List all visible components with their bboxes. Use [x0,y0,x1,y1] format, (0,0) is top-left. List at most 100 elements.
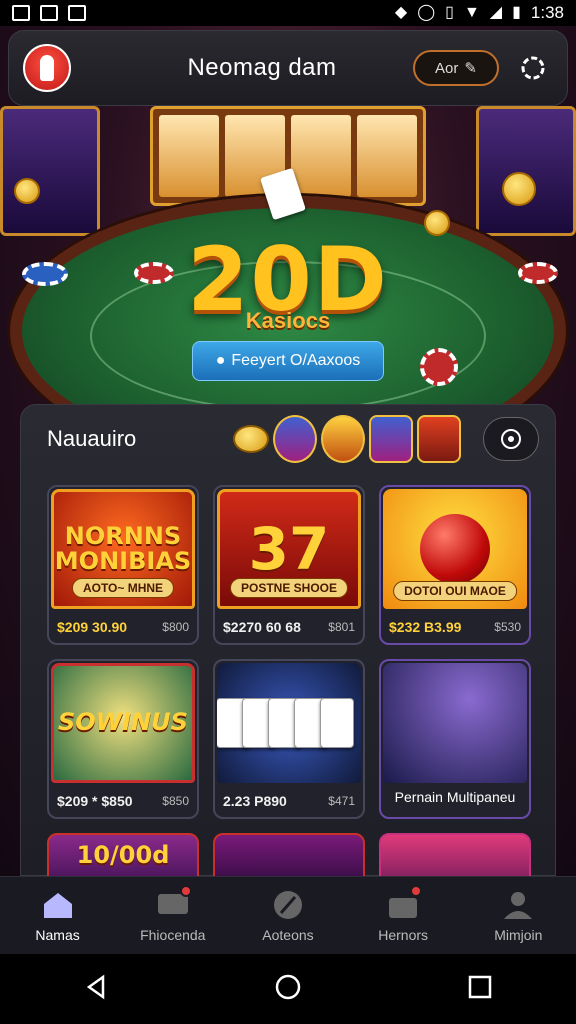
game-thumbnail [383,663,527,783]
coin-icon [14,178,40,204]
game-card[interactable]: 37 POSTNE SHOOE $2270 60 68 $801 [213,485,365,645]
red-ball-icon [420,514,490,584]
game-art-title: 37 [248,514,330,583]
search-button[interactable]: Aor ✎ [413,50,499,86]
game-meta-value: $801 [328,620,355,634]
game-price: $232 B3.99 [389,619,462,635]
game-price: $2270 60 68 [223,619,301,635]
promo-badge[interactable] [273,415,317,463]
status-bar-right: ◆ ◯ ▯ ▼ ◢ ▮ 1:38 [395,3,564,23]
game-tag: AOTO~ MHNE [71,578,175,598]
games-grid: NORNNS MONIBIAS AOTO~ MHNE $209 30.90 $8… [47,485,531,819]
game-price: $209 * $850 [57,793,133,809]
circle-icon: ◯ [417,4,436,21]
section-title: Nauauiro [47,426,137,451]
games-panel: Nauauiro NORNNS MONIBIAS AOTO~ MHNE $209… [20,404,557,893]
image-icon [68,5,86,21]
nav-label: Mimjoin [494,926,543,943]
recents-icon[interactable] [467,974,493,1005]
promo-badges [233,415,461,463]
slot-machine-image [0,106,100,236]
game-art-title: SOWINUS [58,708,188,737]
playing-cards-icon [217,698,354,748]
signal-icon: ◢ [489,4,503,21]
status-bar-left [12,5,86,21]
game-art-title: NORNNS MONIBIAS [54,521,192,575]
image-icon [12,5,30,21]
game-meta: $209 30.90 $800 [57,619,189,635]
bag-icon [386,884,423,921]
game-thumbnail: SOWINUS [51,663,195,783]
game-card[interactable]: SOWINUS $209 * $850 $850 [47,659,199,819]
game-meta: $232 B3.99 $530 [389,619,521,635]
search-label: Aor [435,59,459,77]
nav-shop[interactable]: Hernors [353,884,453,943]
back-icon[interactable] [83,974,109,1005]
home-icon [41,889,75,921]
game-card[interactable]: NORNNS MONIBIAS AOTO~ MHNE $209 30.90 $8… [47,485,199,645]
profile-icon [501,889,535,921]
pen-icon: ✎ [464,60,477,77]
game-meta-value: $530 [494,620,521,634]
chat-bubble-icon: ● [215,352,226,369]
chat-icon [156,884,192,921]
settings-icon[interactable] [513,48,553,88]
game-tag: DOTOI OUI MAOE [393,581,517,601]
game-meta: $2270 60 68 $801 [223,619,355,635]
game-price: 2.23 P890 [223,793,287,809]
hero-cta-button[interactable]: ● Feeyert O/Aaxoos [192,341,384,381]
nav-messages[interactable]: Fhiocenda [123,884,223,943]
home-button-icon[interactable] [274,973,302,1006]
game-caption: Pernain Multipaneu [394,789,516,805]
game-thumbnail: DOTOI OUI MAOE [383,489,527,609]
filter-button[interactable] [483,417,539,461]
bottom-navigation: Namas Fhiocenda Aoteons Hernors Mimjoin [0,876,576,954]
game-meta-value: $850 [162,794,189,808]
target-icon [501,429,521,449]
top-app-bar: Neomag dam Aor ✎ [8,30,568,106]
compass-icon [271,889,305,921]
panel-header: Nauauiro [21,405,557,473]
nav-label: Namas [35,926,80,943]
nav-home[interactable]: Namas [8,889,108,943]
nav-label: Aoteons [262,926,314,943]
nav-profile[interactable]: Mimjoin [468,889,568,943]
game-thumbnail: NORNNS MONIBIAS AOTO~ MHNE [51,489,195,609]
battery-icon: ▮ [512,4,521,21]
nav-actions[interactable]: Aoteons [238,889,338,943]
notification-dot [179,884,192,897]
wifi-icon: ▼ [463,4,480,21]
system-navigation-bar [0,954,576,1024]
game-thumbnail [217,663,361,783]
slot-machine-image [476,106,576,236]
game-meta: 2.23 P890 $471 [223,793,355,809]
nav-label: Fhiocenda [140,926,206,943]
game-card[interactable]: Pernain Multipaneu [379,659,531,819]
avatar-icon[interactable] [23,44,71,92]
game-card[interactable]: 2.23 P890 $471 [213,659,365,819]
alert-icon: ◆ [394,4,408,21]
chip-icon [420,348,458,386]
promo-badge[interactable] [321,415,365,463]
coin-icon [233,425,269,453]
notification-dot [410,884,423,897]
image-icon [40,5,58,21]
game-card[interactable]: DOTOI OUI MAOE $232 B3.99 $530 [379,485,531,645]
status-time: 1:38 [530,3,564,22]
game-price: $209 30.90 [57,619,128,635]
game-thumbnail: 37 POSTNE SHOOE [217,489,361,609]
hero-subtitle: Kasiocs [245,308,331,333]
nav-label: Hernors [378,926,429,943]
app-title: Neomag dam [187,54,337,81]
promo-badge[interactable] [417,415,461,463]
game-meta-value: $800 [162,620,189,634]
game-meta: $209 * $850 $850 [57,793,189,809]
vibrate-icon: ▯ [445,4,454,21]
game-tag: POSTNE SHOOE [229,578,349,598]
hero-cta-label: Feeyert O/Aaxoos [231,352,361,369]
status-bar: ◆ ◯ ▯ ▼ ◢ ▮ 1:38 [0,0,576,26]
coin-icon [502,172,536,206]
game-meta-value: $471 [328,794,355,808]
promo-badge[interactable] [369,415,413,463]
game-art-title: 10/00d [76,841,170,869]
